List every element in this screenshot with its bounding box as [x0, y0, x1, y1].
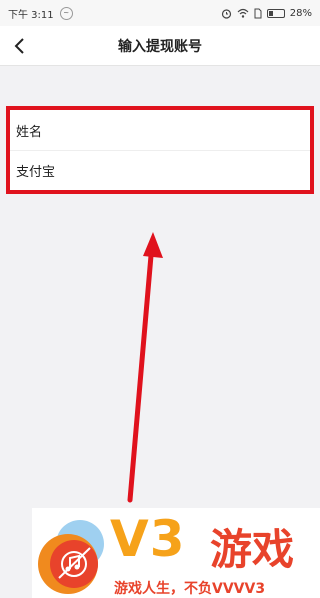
watermark-slogan: 游戏人生，不负VVVV3 [114, 581, 266, 597]
watermark-brand: V3 [110, 510, 186, 568]
v3-logo-icon [38, 520, 104, 594]
watermark: V3 游戏 游戏人生，不负VVVV3 [32, 508, 320, 598]
watermark-name: 游戏 [210, 525, 295, 574]
